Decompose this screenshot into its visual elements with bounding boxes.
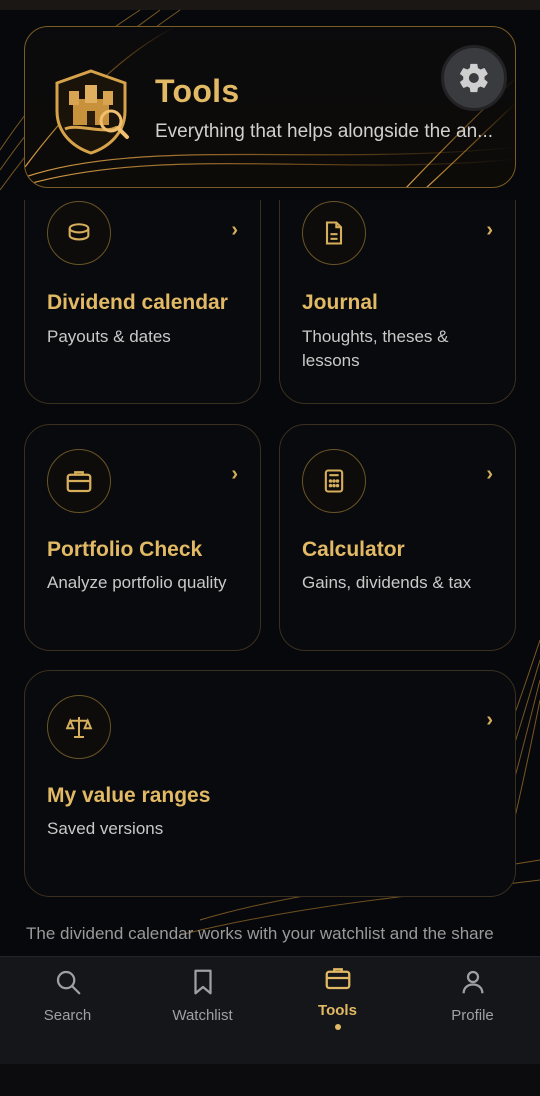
tile-title: Portfolio Check bbox=[47, 538, 203, 561]
briefcase-icon bbox=[47, 449, 111, 513]
nav-tools[interactable]: Tools bbox=[270, 957, 405, 1065]
gear-icon bbox=[460, 63, 488, 93]
bookmark-icon bbox=[193, 969, 212, 995]
tile-subtitle: Payouts & dates bbox=[47, 327, 171, 346]
nav-label-tools: Tools bbox=[318, 1002, 357, 1019]
nav-label-profile: Profile bbox=[451, 1007, 494, 1024]
bottom-navigation: Search Watchlist Tools Profile bbox=[0, 956, 540, 1064]
tile-subtitle: Thoughts, theses & lessons bbox=[302, 327, 449, 370]
nav-search[interactable]: Search bbox=[0, 957, 135, 1065]
castle-shield-logo bbox=[55, 69, 129, 155]
tile-subtitle: Saved versions bbox=[47, 819, 164, 838]
tools-header-card: Tools Everything that helps alongside th… bbox=[24, 26, 516, 188]
tile-subtitle: Gains, dividends & tax bbox=[302, 573, 472, 592]
tile-title: Calculator bbox=[302, 538, 405, 561]
search-icon bbox=[56, 970, 80, 995]
tile-subtitle: Analyze portfolio quality bbox=[47, 573, 227, 592]
chevron-right-icon: › bbox=[231, 219, 238, 241]
tile-title: Journal bbox=[302, 291, 378, 314]
tile-dividend-calendar[interactable]: › Dividend calendar Payouts & dates bbox=[24, 200, 261, 404]
nav-profile[interactable]: Profile bbox=[405, 957, 540, 1065]
tile-portfolio-check[interactable]: › Portfolio Check Analyze portfolio qual… bbox=[24, 424, 261, 651]
tile-title: My value ranges bbox=[47, 784, 211, 807]
nav-label-watchlist: Watchlist bbox=[172, 1007, 233, 1024]
toolbox-icon bbox=[325, 968, 350, 990]
system-gesture-bar bbox=[0, 1064, 540, 1096]
tile-journal[interactable]: › Journal Thoughts, theses & lessons bbox=[279, 200, 516, 404]
coins-icon bbox=[47, 201, 111, 265]
chevron-right-icon: › bbox=[486, 219, 493, 241]
document-icon bbox=[302, 201, 366, 265]
tile-title: Dividend calendar bbox=[47, 291, 228, 314]
scale-icon bbox=[47, 695, 111, 759]
tiles-scroll-area[interactable]: › Dividend calendar Payouts & dates › Jo… bbox=[0, 200, 540, 956]
nav-label-search: Search bbox=[43, 1007, 92, 1024]
tile-my-value-ranges[interactable]: › My value ranges Saved versions bbox=[24, 670, 516, 897]
chevron-right-icon: › bbox=[486, 709, 493, 731]
tile-calculator[interactable]: › Calculator Gains, dividends & tax bbox=[279, 424, 516, 651]
person-icon bbox=[462, 970, 483, 994]
calculator-icon bbox=[302, 449, 366, 513]
nav-watchlist[interactable]: Watchlist bbox=[135, 957, 270, 1065]
settings-button[interactable] bbox=[441, 45, 507, 111]
page-title: Tools bbox=[155, 73, 240, 109]
page-subtitle: Everything that helps alongside the an..… bbox=[155, 121, 494, 142]
chevron-right-icon: › bbox=[231, 463, 238, 485]
active-indicator-dot bbox=[335, 1024, 341, 1030]
chevron-right-icon: › bbox=[486, 463, 493, 485]
footnote-text: The dividend calendar works with your wa… bbox=[26, 924, 494, 943]
